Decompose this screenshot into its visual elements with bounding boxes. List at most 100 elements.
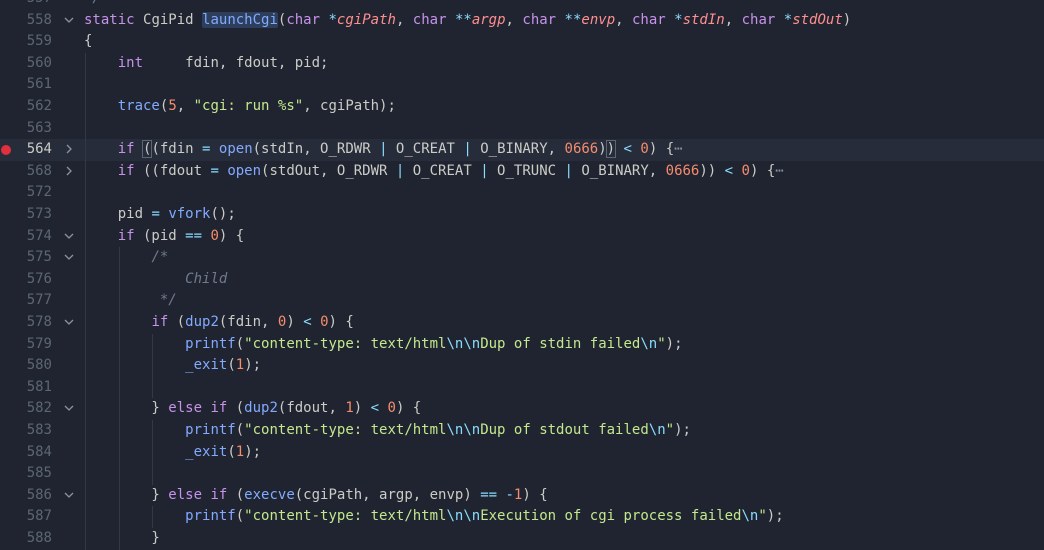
code-line[interactable]: 562 trace(5, "cgi: run %s", cgiPath);	[0, 96, 1044, 118]
line-number: 572	[26, 184, 52, 201]
code-line[interactable]: 575 /*	[0, 247, 1044, 269]
code-token: */	[84, 0, 101, 6]
code-line[interactable]: 581	[0, 376, 1044, 399]
code-token: ⋯	[674, 141, 683, 158]
code-token: (stdOut, O_RDWR	[261, 162, 396, 179]
code-line[interactable]: 582 } else if (dup2(fdout, 1) < 0) {	[0, 398, 1044, 420]
code-token: **	[454, 11, 472, 28]
code-line[interactable]: 583 printf("content-type: text/html\n\nD…	[0, 420, 1044, 442]
code-token: 1	[345, 400, 354, 417]
code-token: );	[244, 443, 262, 460]
code-token: |	[564, 162, 573, 179]
code-token: 1	[235, 443, 245, 460]
code-token: printf	[185, 335, 236, 352]
code-text: static CgiPid launchCgi(char *cgiPath, c…	[84, 10, 851, 32]
code-text: if (dup2(fdin, 0) < 0) {	[84, 312, 354, 334]
code-token: "	[758, 508, 767, 525]
code-token: \n	[741, 508, 759, 525]
code-token: (	[168, 314, 186, 330]
code-token: =	[151, 206, 160, 222]
code-line[interactable]: 559 {	[0, 31, 1044, 53]
indent-guide	[85, 74, 86, 96]
code-line[interactable]: 561	[0, 74, 1044, 96]
code-line[interactable]: 577 */	[0, 290, 1044, 312]
code-line[interactable]: 586 } else if (execve(cgiPath, argp, env…	[0, 484, 1044, 507]
code-token: \n	[640, 335, 658, 352]
code-token: ,	[505, 11, 523, 28]
code-token: 5	[168, 98, 177, 114]
code-line[interactable]: 584 _exit(1);	[0, 441, 1044, 464]
chevron-right-icon[interactable]	[62, 161, 76, 183]
code-text: pid = vfork();	[84, 204, 236, 226]
code-token: (fdin,	[218, 314, 278, 330]
code-token: =	[210, 162, 219, 179]
code-token: _exit	[185, 443, 228, 460]
code-token: );	[244, 357, 262, 374]
line-number: 582	[26, 400, 52, 417]
line-number: 575	[26, 249, 52, 266]
code-token: (	[227, 400, 245, 417]
code-text: /*	[84, 247, 168, 269]
code-line[interactable]: 564 if ((fdin = open(stdIn, O_RDWR | O_C…	[0, 139, 1044, 161]
line-number: 576	[26, 270, 52, 287]
chevron-down-icon[interactable]	[62, 10, 76, 32]
code-token: \n\n	[446, 422, 481, 438]
code-line[interactable]: 558 static CgiPid launchCgi(char *cgiPath…	[0, 10, 1044, 32]
code-token: "content-type: text/html	[244, 335, 447, 352]
code-line[interactable]: 572	[0, 182, 1044, 204]
code-token: (	[235, 335, 245, 352]
code-line[interactable]: 563	[0, 117, 1044, 140]
code-line[interactable]: 574 if (pid == 0) {	[0, 225, 1044, 248]
code-token: ==	[480, 486, 498, 503]
chevron-down-icon[interactable]	[62, 312, 76, 334]
line-number: 559	[26, 33, 52, 50]
code-line[interactable]: 585	[0, 463, 1044, 485]
chevron-down-icon[interactable]	[62, 485, 76, 507]
code-token: (fdin	[151, 141, 203, 158]
code-line[interactable]: 587 printf("content-type: text/html\n\nE…	[0, 506, 1044, 528]
code-token: pid	[84, 206, 152, 222]
line-number: 588	[26, 530, 52, 546]
code-line[interactable]: 573 pid = vfork();	[0, 204, 1044, 226]
code-token: dup2	[244, 400, 278, 417]
line-number: 585	[26, 465, 52, 482]
chevron-down-icon[interactable]	[62, 398, 76, 420]
code-line[interactable]: 576 Child	[0, 268, 1044, 291]
code-token: O_BINARY,	[572, 162, 666, 179]
code-token: ) {	[328, 314, 354, 330]
code-token: );	[665, 335, 683, 352]
code-token: (	[235, 508, 245, 525]
code-line[interactable]: 568 if ((fdout = open(stdOut, O_RDWR | O…	[0, 160, 1044, 183]
code-line[interactable]: 579 printf("content-type: text/html\n\nD…	[0, 333, 1044, 356]
indent-guide	[152, 376, 154, 399]
chevron-down-icon[interactable]	[62, 226, 76, 248]
line-number: 577	[26, 292, 52, 309]
code-line[interactable]: 580 _exit(1);	[0, 355, 1044, 377]
code-token: <	[370, 400, 380, 417]
code-token: char	[412, 11, 447, 28]
code-line[interactable]: 578 if (dup2(fdin, 0) < 0) {	[0, 312, 1044, 334]
chevron-right-icon[interactable]	[62, 139, 76, 161]
code-token: 0	[387, 400, 396, 417]
code-text: Child	[84, 269, 227, 291]
code-token: O_CREAT	[387, 141, 464, 158]
line-number: 583	[26, 422, 52, 438]
chevron-down-icon[interactable]	[62, 247, 76, 269]
code-token: ,	[395, 11, 413, 28]
code-token: Child	[185, 270, 228, 287]
code-token: 0	[210, 227, 219, 244]
code-line[interactable]: 557 */	[0, 0, 1044, 10]
code-token: if	[117, 162, 135, 179]
line-number: 579	[26, 335, 52, 352]
code-token: );	[766, 508, 784, 525]
code-token: ();	[210, 206, 236, 222]
code-line[interactable]: 560 int fdin, fdout, pid;	[0, 52, 1044, 75]
code-token: 0666	[564, 141, 599, 158]
code-line[interactable]: 588 }	[0, 528, 1044, 550]
code-editor[interactable]: 557*/558static CgiPid launchCgi(char *cg…	[0, 0, 1044, 550]
